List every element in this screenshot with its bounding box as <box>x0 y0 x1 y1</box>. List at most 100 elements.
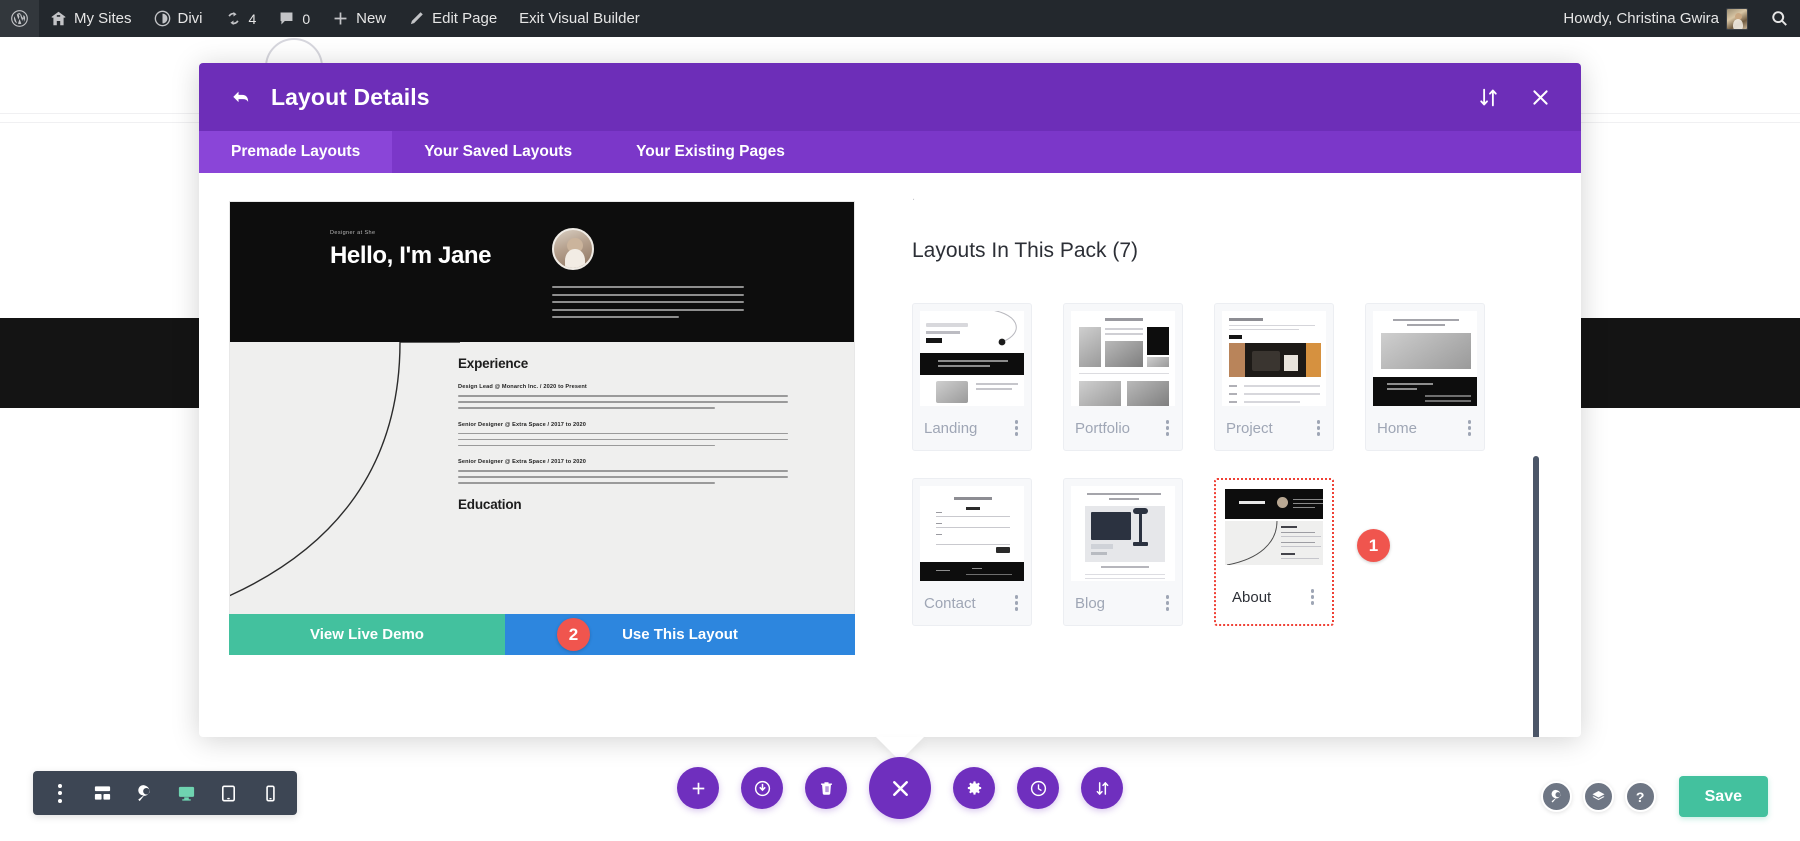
layout-card-name-landing: Landing <box>924 419 978 437</box>
preview-job-title-1: Design Lead @ Monarch Inc. / 2020 to Pre… <box>458 384 587 390</box>
preview-experience-block: Experience Design Lead @ Monarch Inc. / … <box>458 356 788 525</box>
preview-job-body-1 <box>458 395 788 409</box>
zoom-out-view-icon[interactable] <box>123 771 165 815</box>
avatar <box>1726 7 1748 30</box>
modal-scrollbar-thumb[interactable] <box>1533 456 1539 737</box>
layout-card-project[interactable]: Project <box>1214 303 1334 451</box>
page-title: Layout Details <box>271 83 430 110</box>
step-badge-2: 2 <box>557 618 590 651</box>
layout-card-portfolio[interactable]: Portfolio <box>1063 303 1183 451</box>
preview-job-title-3: Senior Designer @ Extra Space / 2017 to … <box>458 459 587 466</box>
settings-gear-icon[interactable] <box>953 767 995 809</box>
preview-hero-eyebrow: Designer at She <box>330 230 376 236</box>
preview-curve-graphic <box>230 342 460 597</box>
layout-card-landing[interactable]: Landing <box>912 303 1032 451</box>
layout-card-footer-landing: Landing <box>913 406 1031 450</box>
divi-icon <box>154 10 171 27</box>
kebab-menu-icon[interactable] <box>1011 416 1022 439</box>
desktop-view-icon[interactable] <box>165 771 207 815</box>
wireframe-view-icon[interactable] <box>81 771 123 815</box>
adminbar-item-my-sites[interactable]: My Sites <box>39 0 143 37</box>
trash-icon[interactable] <box>805 767 847 809</box>
layout-card-name-blog: Blog <box>1075 594 1106 612</box>
comments-icon <box>278 10 295 27</box>
layout-thumbnail-blog <box>1071 486 1175 581</box>
more-options-icon[interactable] <box>39 771 81 815</box>
tab-your-existing-pages[interactable]: Your Existing Pages <box>604 131 817 173</box>
preview-heading-experience: Experience <box>458 356 529 371</box>
decorative-dot: . <box>912 191 916 203</box>
layout-details-modal-wrapper: Layout Details Premade Layouts Your Save… <box>199 63 1581 737</box>
builder-utility-toolbar: ? Save <box>1540 776 1768 817</box>
adminbar-item-edit-page[interactable]: Edit Page <box>397 0 508 37</box>
adminbar-search-button[interactable] <box>1759 0 1800 37</box>
adminbar-item-new[interactable]: New <box>321 0 397 37</box>
adminbar-howdy-label: Howdy, Christina Gwira <box>1563 10 1719 27</box>
close-builder-icon[interactable] <box>869 757 931 819</box>
tab-your-saved-layouts[interactable]: Your Saved Layouts <box>392 131 604 173</box>
layouts-grid: Landing Portfolio Project Home Contact B… <box>912 303 1551 626</box>
kebab-menu-icon[interactable] <box>1307 585 1318 608</box>
layers-icon[interactable] <box>1582 781 1614 812</box>
add-section-icon[interactable] <box>677 767 719 809</box>
layouts-list-column: . Layouts In This Pack (7) Landing Portf… <box>855 191 1551 737</box>
layout-card-name-about: About <box>1232 588 1272 606</box>
preview-job-title-2: Senior Designer @ Extra Space / 2017 to … <box>458 421 587 428</box>
layout-card-about[interactable]: About 1 <box>1214 478 1390 626</box>
kebab-menu-icon[interactable] <box>1162 416 1173 439</box>
layout-card-name-portfolio: Portfolio <box>1075 419 1131 437</box>
layout-details-modal: Layout Details Premade Layouts Your Save… <box>199 63 1581 737</box>
kebab-menu-icon[interactable] <box>1464 416 1475 439</box>
preview-lower: Experience Design Lead @ Monarch Inc. / … <box>230 342 854 614</box>
layout-preview-actions: View Live Demo 2 Use This Layout <box>229 614 855 655</box>
kebab-menu-icon[interactable] <box>1313 416 1324 439</box>
wp-logo-button[interactable] <box>0 0 39 37</box>
close-x-icon[interactable] <box>1526 83 1554 111</box>
portability-icon[interactable] <box>1081 767 1123 809</box>
toggle-power-icon[interactable] <box>741 767 783 809</box>
kebab-menu-icon[interactable] <box>1162 591 1173 614</box>
help-glyph: ? <box>1635 788 1645 805</box>
layout-card-footer-about: About <box>1221 575 1327 619</box>
view-live-demo-button[interactable]: View Live Demo <box>229 614 505 655</box>
layout-card-contact[interactable]: Contact <box>912 478 1032 626</box>
adminbar-item-updates[interactable]: 4 <box>214 0 268 37</box>
adminbar-label-new: New <box>356 10 387 27</box>
help-icon[interactable]: ? <box>1624 781 1656 812</box>
save-button[interactable]: Save <box>1678 776 1768 817</box>
modal-header-actions <box>1474 83 1554 111</box>
layout-card-footer-project: Project <box>1215 406 1333 450</box>
phone-view-icon[interactable] <box>249 771 291 815</box>
adminbar-label-exit-vb: Exit Visual Builder <box>519 10 640 27</box>
history-clock-icon[interactable] <box>1017 767 1059 809</box>
search-icon[interactable] <box>1540 781 1572 812</box>
layout-thumbnail-project <box>1222 311 1326 406</box>
layout-card-blog[interactable]: Blog <box>1063 478 1183 626</box>
use-this-layout-label: Use This Layout <box>622 626 738 643</box>
pencil-icon <box>408 10 425 27</box>
adminbar-account-menu[interactable]: Howdy, Christina Gwira <box>1552 0 1759 37</box>
preview-heading-education: Education <box>458 496 522 512</box>
tablet-view-icon[interactable] <box>207 771 249 815</box>
sort-updown-icon[interactable] <box>1474 83 1502 111</box>
layout-thumbnail-landing <box>920 311 1024 406</box>
modal-tabs: Premade Layouts Your Saved Layouts Your … <box>199 131 1581 173</box>
updates-icon <box>225 10 242 27</box>
preview-hero-portrait <box>552 228 594 270</box>
use-this-layout-button[interactable]: 2 Use This Layout <box>505 614 855 655</box>
layout-card-home[interactable]: Home <box>1365 303 1485 451</box>
preview-job-body-3 <box>458 470 788 484</box>
layout-card-footer-blog: Blog <box>1064 581 1182 625</box>
adminbar-item-exit-visual-builder[interactable]: Exit Visual Builder <box>508 0 651 37</box>
adminbar-item-comments[interactable]: 0 <box>267 0 321 37</box>
kebab-menu-icon[interactable] <box>1011 591 1022 614</box>
adminbar-label-edit-page: Edit Page <box>432 10 498 27</box>
adminbar-item-divi[interactable]: Divi <box>143 0 214 37</box>
plus-icon <box>332 10 349 27</box>
back-arrow-icon[interactable] <box>226 82 256 112</box>
layout-preview-image: Designer at She Hello, I'm Jane Experien… <box>229 201 855 614</box>
layouts-in-pack-heading: Layouts In This Pack (7) <box>912 239 1139 262</box>
layout-thumbnail-portfolio <box>1071 311 1175 406</box>
layout-card-footer-home: Home <box>1366 406 1484 450</box>
tab-premade-layouts[interactable]: Premade Layouts <box>199 131 393 173</box>
